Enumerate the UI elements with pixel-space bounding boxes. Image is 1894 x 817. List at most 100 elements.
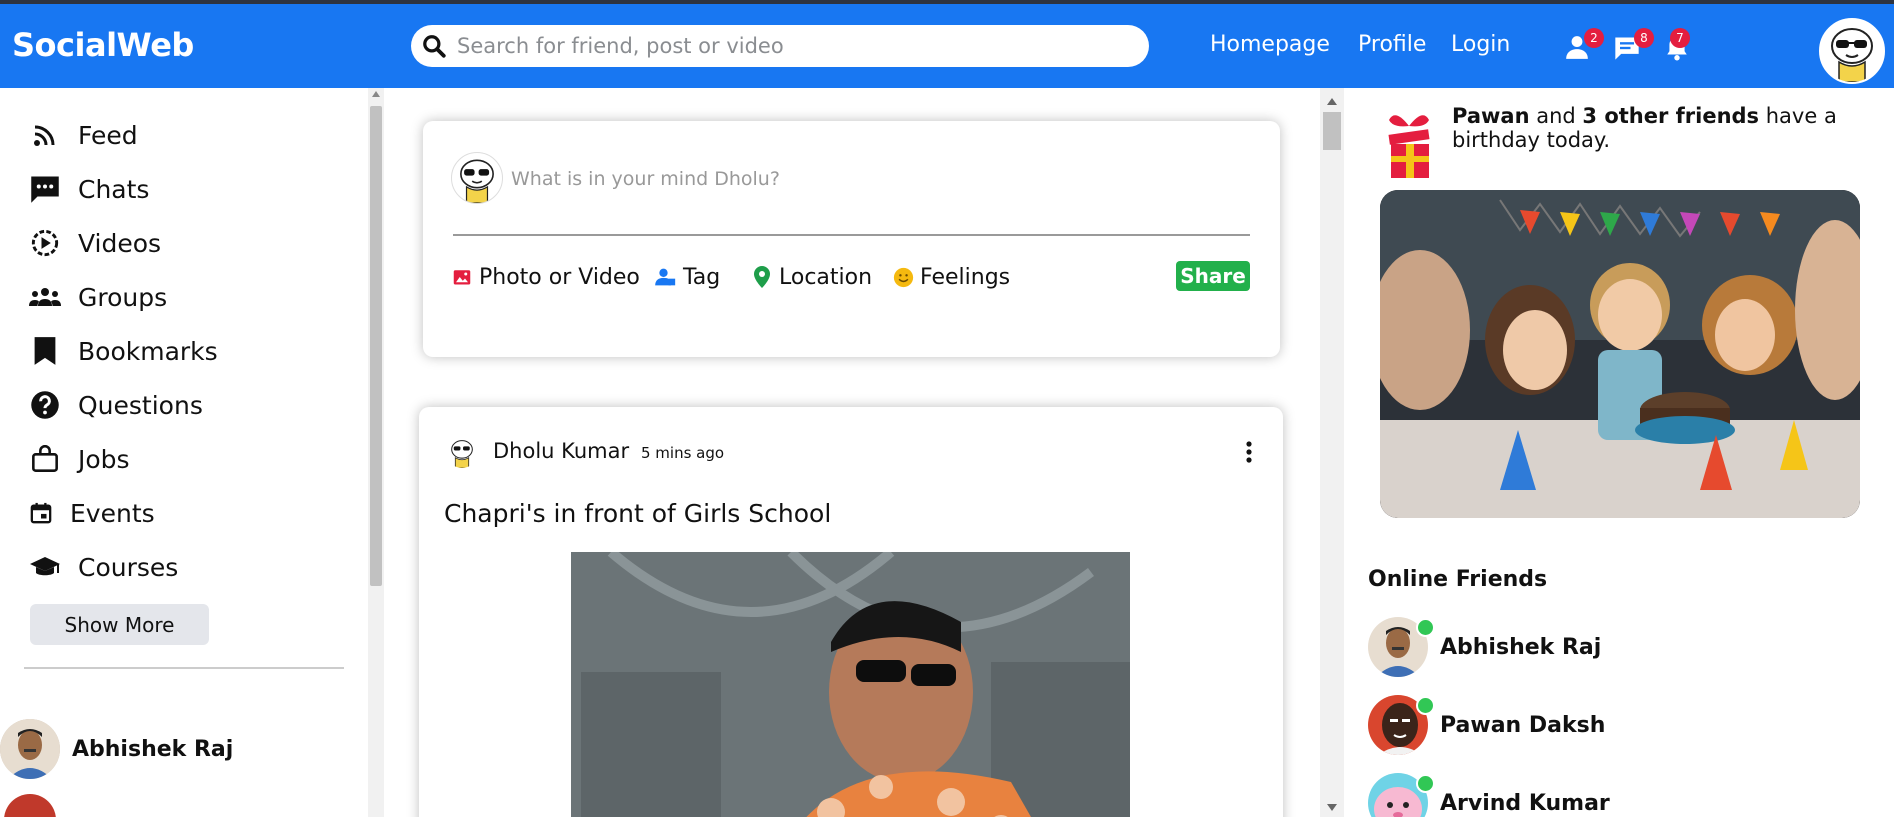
online-friend-item[interactable]: Pawan Daksh: [1368, 695, 1605, 755]
group-icon: [28, 280, 62, 314]
nav-homepage-link[interactable]: Homepage: [1210, 32, 1330, 57]
avatar: [1368, 695, 1435, 755]
cartoon-avatar-icon: [1831, 28, 1873, 82]
friend-requests-button[interactable]: 2: [1564, 28, 1604, 64]
sidebar-item-courses[interactable]: Courses: [28, 547, 178, 587]
birthday-other-friends[interactable]: 3 other friends: [1582, 104, 1759, 128]
share-option-label: Feelings: [920, 264, 1011, 290]
online-friend-name: Abhishek Raj: [1440, 634, 1602, 660]
sidebar-item-videos[interactable]: Videos: [28, 223, 161, 263]
sidebar-item-groups[interactable]: Groups: [28, 277, 167, 317]
sidebar-item-label: Groups: [78, 282, 168, 312]
smiley-icon: [892, 266, 914, 288]
share-option-label: Tag: [683, 264, 721, 290]
share-option-location[interactable]: Location: [751, 261, 872, 293]
online-friend-name: Arvind Kumar: [1440, 790, 1610, 816]
online-status-dot: [1416, 618, 1435, 637]
sidebar-scrollbar[interactable]: [368, 88, 384, 817]
sidebar-item-label: Chats: [78, 174, 150, 204]
gift-icon: [1383, 112, 1435, 180]
scroll-down-arrow[interactable]: [1327, 804, 1337, 811]
search-bar[interactable]: [411, 25, 1149, 67]
search-icon: [423, 35, 446, 58]
avatar: [4, 794, 56, 817]
scrollbar-thumb[interactable]: [1323, 112, 1341, 150]
share-button[interactable]: Share: [1176, 261, 1250, 291]
bag-icon: [28, 442, 62, 476]
friend-requests-badge: 2: [1584, 28, 1604, 48]
birthday-text-middle: and: [1529, 104, 1583, 128]
location-pin-icon: [751, 266, 773, 288]
avatar: [1368, 617, 1435, 677]
avatar: [0, 719, 60, 779]
share-divider: [453, 234, 1250, 236]
sidebar-item-label: Videos: [78, 228, 162, 258]
avatar[interactable]: [446, 436, 478, 468]
online-friend-item[interactable]: Abhishek Raj: [1368, 617, 1601, 677]
chat-icon: [28, 172, 62, 206]
tag-user-icon: [655, 266, 677, 288]
left-sidebar: Feed Chats Videos Groups Bookmarks Quest…: [0, 88, 368, 817]
nav-login-link[interactable]: Login: [1451, 32, 1510, 57]
sidebar-item-bookmarks[interactable]: Bookmarks: [28, 331, 218, 371]
sidebar-item-chats[interactable]: Chats: [28, 169, 149, 209]
sidebar-friend-item[interactable]: Abhishek Raj: [0, 719, 233, 779]
sidebar-item-jobs[interactable]: Jobs: [28, 439, 130, 479]
sidebar-item-label: Feed: [78, 120, 138, 150]
notifications-badge: 7: [1670, 28, 1690, 48]
online-status-dot: [1416, 774, 1435, 793]
more-vertical-icon: [1246, 441, 1252, 463]
sidebar-item-label: Courses: [78, 552, 179, 582]
sidebar-item-label: Events: [70, 498, 155, 528]
app-logo[interactable]: SocialWeb: [12, 26, 194, 64]
share-post-input[interactable]: [511, 165, 1211, 193]
birthday-image: [1380, 190, 1860, 518]
post-timestamp: 5 mins ago: [641, 444, 725, 462]
sidebar-item-label: Questions: [78, 390, 203, 420]
show-more-button[interactable]: Show More: [30, 604, 209, 645]
scrollbar-thumb[interactable]: [370, 106, 382, 586]
sidebar-friend-name: Abhishek Raj: [72, 736, 234, 762]
sidebar-item-feed[interactable]: Feed: [28, 115, 138, 155]
online-friends-title: Online Friends: [1368, 567, 1548, 592]
sidebar-item-questions[interactable]: Questions: [28, 385, 203, 425]
birthday-friend-name[interactable]: Pawan: [1452, 104, 1530, 128]
share-option-tag[interactable]: Tag: [655, 261, 720, 293]
profile-avatar[interactable]: [1819, 18, 1885, 84]
sidebar-divider: [24, 667, 344, 669]
sidebar-item-label: Jobs: [78, 444, 130, 474]
post-card: Dholu Kumar 5 mins ago Chapri's in front…: [419, 407, 1283, 817]
share-card: Photo or Video Tag Location Feelings Sha…: [423, 121, 1280, 357]
online-status-dot: [1416, 696, 1435, 715]
online-friend-item[interactable]: Arvind Kumar: [1368, 773, 1610, 817]
search-input[interactable]: [457, 31, 1127, 61]
feed-scrollbar[interactable]: [1320, 88, 1344, 817]
rss-icon: [28, 118, 62, 152]
post-text: Chapri's in front of Girls School: [444, 499, 832, 528]
notifications-button[interactable]: 7: [1664, 28, 1698, 64]
avatar: [1368, 773, 1435, 817]
question-icon: [28, 388, 62, 422]
birthday-notice: Pawan and 3 other friends have a birthda…: [1452, 104, 1852, 152]
play-circle-icon: [28, 226, 62, 260]
online-friend-name: Pawan Daksh: [1440, 712, 1606, 738]
photo-icon: [451, 266, 473, 288]
messages-badge: 8: [1634, 28, 1654, 48]
sidebar-item-label: Bookmarks: [78, 336, 218, 366]
graduation-cap-icon: [28, 550, 62, 584]
post-options-button[interactable]: [1239, 437, 1259, 467]
share-option-label: Location: [779, 264, 873, 290]
post-author-name[interactable]: Dholu Kumar: [493, 439, 629, 463]
share-option-photo[interactable]: Photo or Video: [451, 261, 640, 293]
scroll-up-arrow: [372, 91, 380, 97]
avatar: [451, 152, 503, 204]
scroll-up-arrow[interactable]: [1327, 98, 1337, 105]
share-option-feelings[interactable]: Feelings: [892, 261, 1010, 293]
post-image[interactable]: [571, 552, 1130, 817]
messages-button[interactable]: 8: [1612, 28, 1654, 64]
nav-profile-link[interactable]: Profile: [1358, 32, 1426, 57]
share-option-label: Photo or Video: [479, 264, 640, 290]
bookmark-icon: [28, 334, 62, 368]
top-navbar: SocialWeb Homepage Profile Login 2 8 7: [0, 4, 1894, 88]
sidebar-item-events[interactable]: Events: [28, 493, 155, 533]
